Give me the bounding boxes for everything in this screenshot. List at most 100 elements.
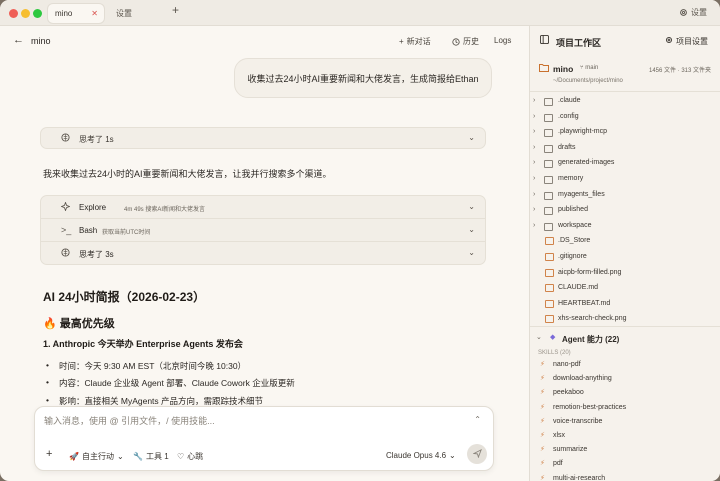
file-row[interactable]: aicpb-form-filled.png [530, 266, 720, 282]
auto-mode-selector[interactable]: 🚀 自主行动 ⌄ [69, 451, 124, 462]
tree-item-label: published [558, 206, 588, 214]
agent-title: Agent 能力 (22) [562, 335, 620, 344]
chevron-right-icon[interactable]: › [533, 144, 535, 151]
branch-label: ⑂ main [580, 65, 599, 71]
tool-calls-group: Explore 4m 49s 搜索AI新闻和大佬发言 ⌄ >_ Bash 获取当… [40, 195, 486, 265]
tab-close-icon[interactable]: ✕ [91, 4, 98, 23]
folder-icon [544, 98, 553, 106]
file-row[interactable]: HEARTBEAT.md [530, 297, 720, 313]
skill-item[interactable]: ⚡ xlsx [530, 430, 720, 444]
skill-item[interactable]: ⚡ summarize [530, 444, 720, 458]
skill-label: download-anything [553, 375, 612, 383]
chevron-right-icon[interactable]: › [533, 222, 535, 229]
sidebar-toggle-icon[interactable] [540, 35, 549, 44]
skill-item[interactable]: ⚡ voice-transcribe [530, 416, 720, 430]
title-bar: mino ✕ 设置 + 设置 [0, 0, 720, 26]
tool-row-bash[interactable]: >_ Bash 获取当前UTC时间 ⌄ [41, 219, 485, 242]
tree-item-label: .gitignore [558, 253, 587, 260]
folder-icon [544, 144, 553, 153]
folder-row[interactable]: › .claude [530, 94, 720, 110]
back-arrow-icon[interactable]: ← [13, 34, 24, 46]
heartbeat-button[interactable]: ♡ 心跳 [177, 451, 203, 462]
skill-item[interactable]: ⚡ download-anything [530, 373, 720, 387]
add-tab-button[interactable]: + [172, 3, 179, 17]
terminal-icon: >_ [61, 225, 72, 235]
plus-icon: + [399, 37, 404, 46]
zoom-window-button[interactable] [33, 9, 42, 18]
skill-label: remotion-best-practices [553, 403, 627, 411]
tool-row-explore[interactable]: Explore 4m 49s 搜索AI新闻和大佬发言 ⌄ [41, 196, 485, 219]
project-settings-label: 项目设置 [676, 37, 708, 46]
new-chat-button[interactable]: + 新对话 [399, 36, 431, 47]
chevron-right-icon[interactable]: › [533, 97, 535, 104]
folder-icon [544, 176, 553, 184]
folder-row[interactable]: › generated-images [530, 156, 720, 172]
bolt-icon: ⚡ [540, 389, 545, 397]
folder-row[interactable]: › .playwright-mcp [530, 125, 720, 141]
chevron-up-icon[interactable]: ⌃ [474, 415, 481, 424]
workspace-title: 项目工作区 [556, 38, 602, 48]
folder-row[interactable]: › drafts [530, 141, 720, 157]
send-button[interactable] [467, 444, 487, 464]
bolt-icon: ⚡ [540, 403, 545, 411]
sparkle-icon [61, 202, 70, 211]
tree-item-label: workspace [558, 221, 592, 229]
chevron-right-icon[interactable]: › [533, 113, 535, 120]
close-window-button[interactable] [9, 9, 18, 18]
tab-mino[interactable]: mino ✕ [48, 4, 104, 23]
list-item: 时间：今天 9:30 AM EST（北京时间今晚 10:30） [46, 360, 246, 372]
bolt-icon: ⚡ [540, 417, 545, 425]
skill-item[interactable]: ⚡ pdf [530, 458, 720, 472]
bolt-icon: ⚡ [540, 375, 545, 383]
skill-item[interactable]: ⚡ remotion-best-practices [530, 402, 720, 416]
file-row[interactable]: .gitignore [530, 250, 720, 266]
skill-label: voice-transcribe [553, 417, 603, 425]
folder-row[interactable]: › memory [530, 172, 720, 188]
list-item-text: 内容：Claude 企业级 Agent 部署、Claude Cowork 企业版… [59, 378, 295, 388]
tab-settings[interactable]: 设置 [109, 4, 159, 23]
attach-button[interactable]: + [46, 448, 52, 460]
settings-button[interactable]: 设置 [679, 7, 707, 18]
chevron-right-icon[interactable]: › [533, 206, 535, 213]
history-button[interactable]: 历史 [452, 36, 479, 47]
folder-row[interactable]: › workspace [530, 219, 720, 235]
chevron-right-icon[interactable]: › [533, 191, 535, 198]
assistant-message: 我来收集过去24小时的AI重要新闻和大佬发言，让我并行搜索多个渠道。 [43, 169, 332, 179]
chevron-right-icon[interactable]: › [533, 128, 535, 135]
chevron-right-icon[interactable]: › [533, 175, 535, 182]
chevron-down-icon: ⌄ [468, 202, 475, 211]
logs-button[interactable]: Logs [494, 36, 511, 45]
skill-label: multi-ai-research [553, 474, 606, 481]
tools-label: 工具 1 [145, 452, 169, 461]
auto-mode-label: 自主行动 [81, 452, 114, 461]
skill-item[interactable]: ⚡ multi-ai-research [530, 473, 720, 481]
tool-meta: 获取当前UTC时间 [102, 230, 151, 236]
thinking-card[interactable]: 思考了 1s ⌄ [40, 127, 486, 149]
settings-label: 设置 [691, 8, 707, 17]
folder-row[interactable]: › published [530, 203, 720, 219]
project-settings-button[interactable]: 项目设置 [665, 36, 708, 47]
folder-row[interactable]: › .config [530, 110, 720, 126]
tool-row-thinking[interactable]: 思考了 3s ⌄ [41, 242, 485, 265]
file-row[interactable]: CLAUDE.md [530, 281, 720, 297]
tool-name: Explore [79, 203, 107, 212]
project-path: ~/Documents/project/mino [553, 78, 623, 84]
minimize-window-button[interactable] [21, 9, 30, 18]
skill-label: xlsx [553, 432, 566, 439]
folder-row[interactable]: › myagents_files [530, 188, 720, 204]
skill-item[interactable]: ⚡ nano-pdf [530, 359, 720, 373]
tree-item-label: CLAUDE.md [558, 284, 599, 292]
skill-item[interactable]: ⚡ peekaboo [530, 387, 720, 401]
project-name: mino [553, 64, 574, 74]
agent-capabilities-header[interactable]: ⌄ ◆ Agent 能力 (22) [530, 332, 720, 346]
model-selector[interactable]: Claude Opus 4.6 ⌄ [386, 451, 456, 460]
tools-button[interactable]: 🔧 工具 1 [133, 451, 169, 462]
tree-item-label: .DS_Store [558, 237, 591, 245]
folder-icon [544, 160, 553, 169]
chevron-right-icon[interactable]: › [533, 159, 535, 166]
tool-name: 思考了 3s [79, 250, 114, 259]
file-row[interactable]: .DS_Store [530, 234, 720, 250]
message-input[interactable] [44, 416, 454, 426]
list-item-text: 时间：今天 9:30 AM EST（北京时间今晚 10:30） [59, 361, 247, 371]
tab-label: mino [55, 9, 73, 18]
